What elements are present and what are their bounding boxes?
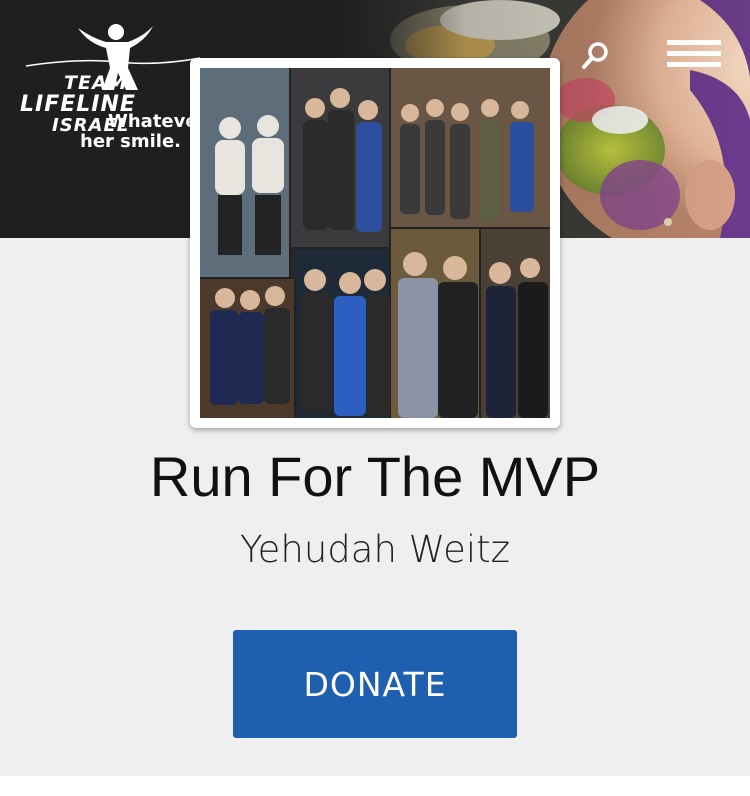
search-icon xyxy=(582,42,608,69)
fundraiser-page: TEAM LIFELINE ISRAEL Whatever her smile. xyxy=(0,0,750,796)
menu-button[interactable] xyxy=(662,32,726,76)
hamburger-menu-icon xyxy=(667,40,721,67)
profile-photo xyxy=(200,68,550,418)
search-button[interactable] xyxy=(575,36,615,76)
campaign-title: Run For The MVP xyxy=(149,445,601,508)
header-tagline: Whatever her smile. xyxy=(80,112,206,152)
tagline-line-2: her smile. xyxy=(80,131,182,152)
donate-button[interactable]: DONATE xyxy=(233,630,517,738)
fundraiser-name: Yehudah Weitz xyxy=(239,528,511,571)
profile-photo-card xyxy=(190,58,560,428)
page-footer-strip xyxy=(0,776,750,796)
tagline-line-1: Whatever xyxy=(108,111,207,132)
logo-text-team: TEAM xyxy=(64,72,128,94)
group-photo-collage xyxy=(200,68,550,418)
